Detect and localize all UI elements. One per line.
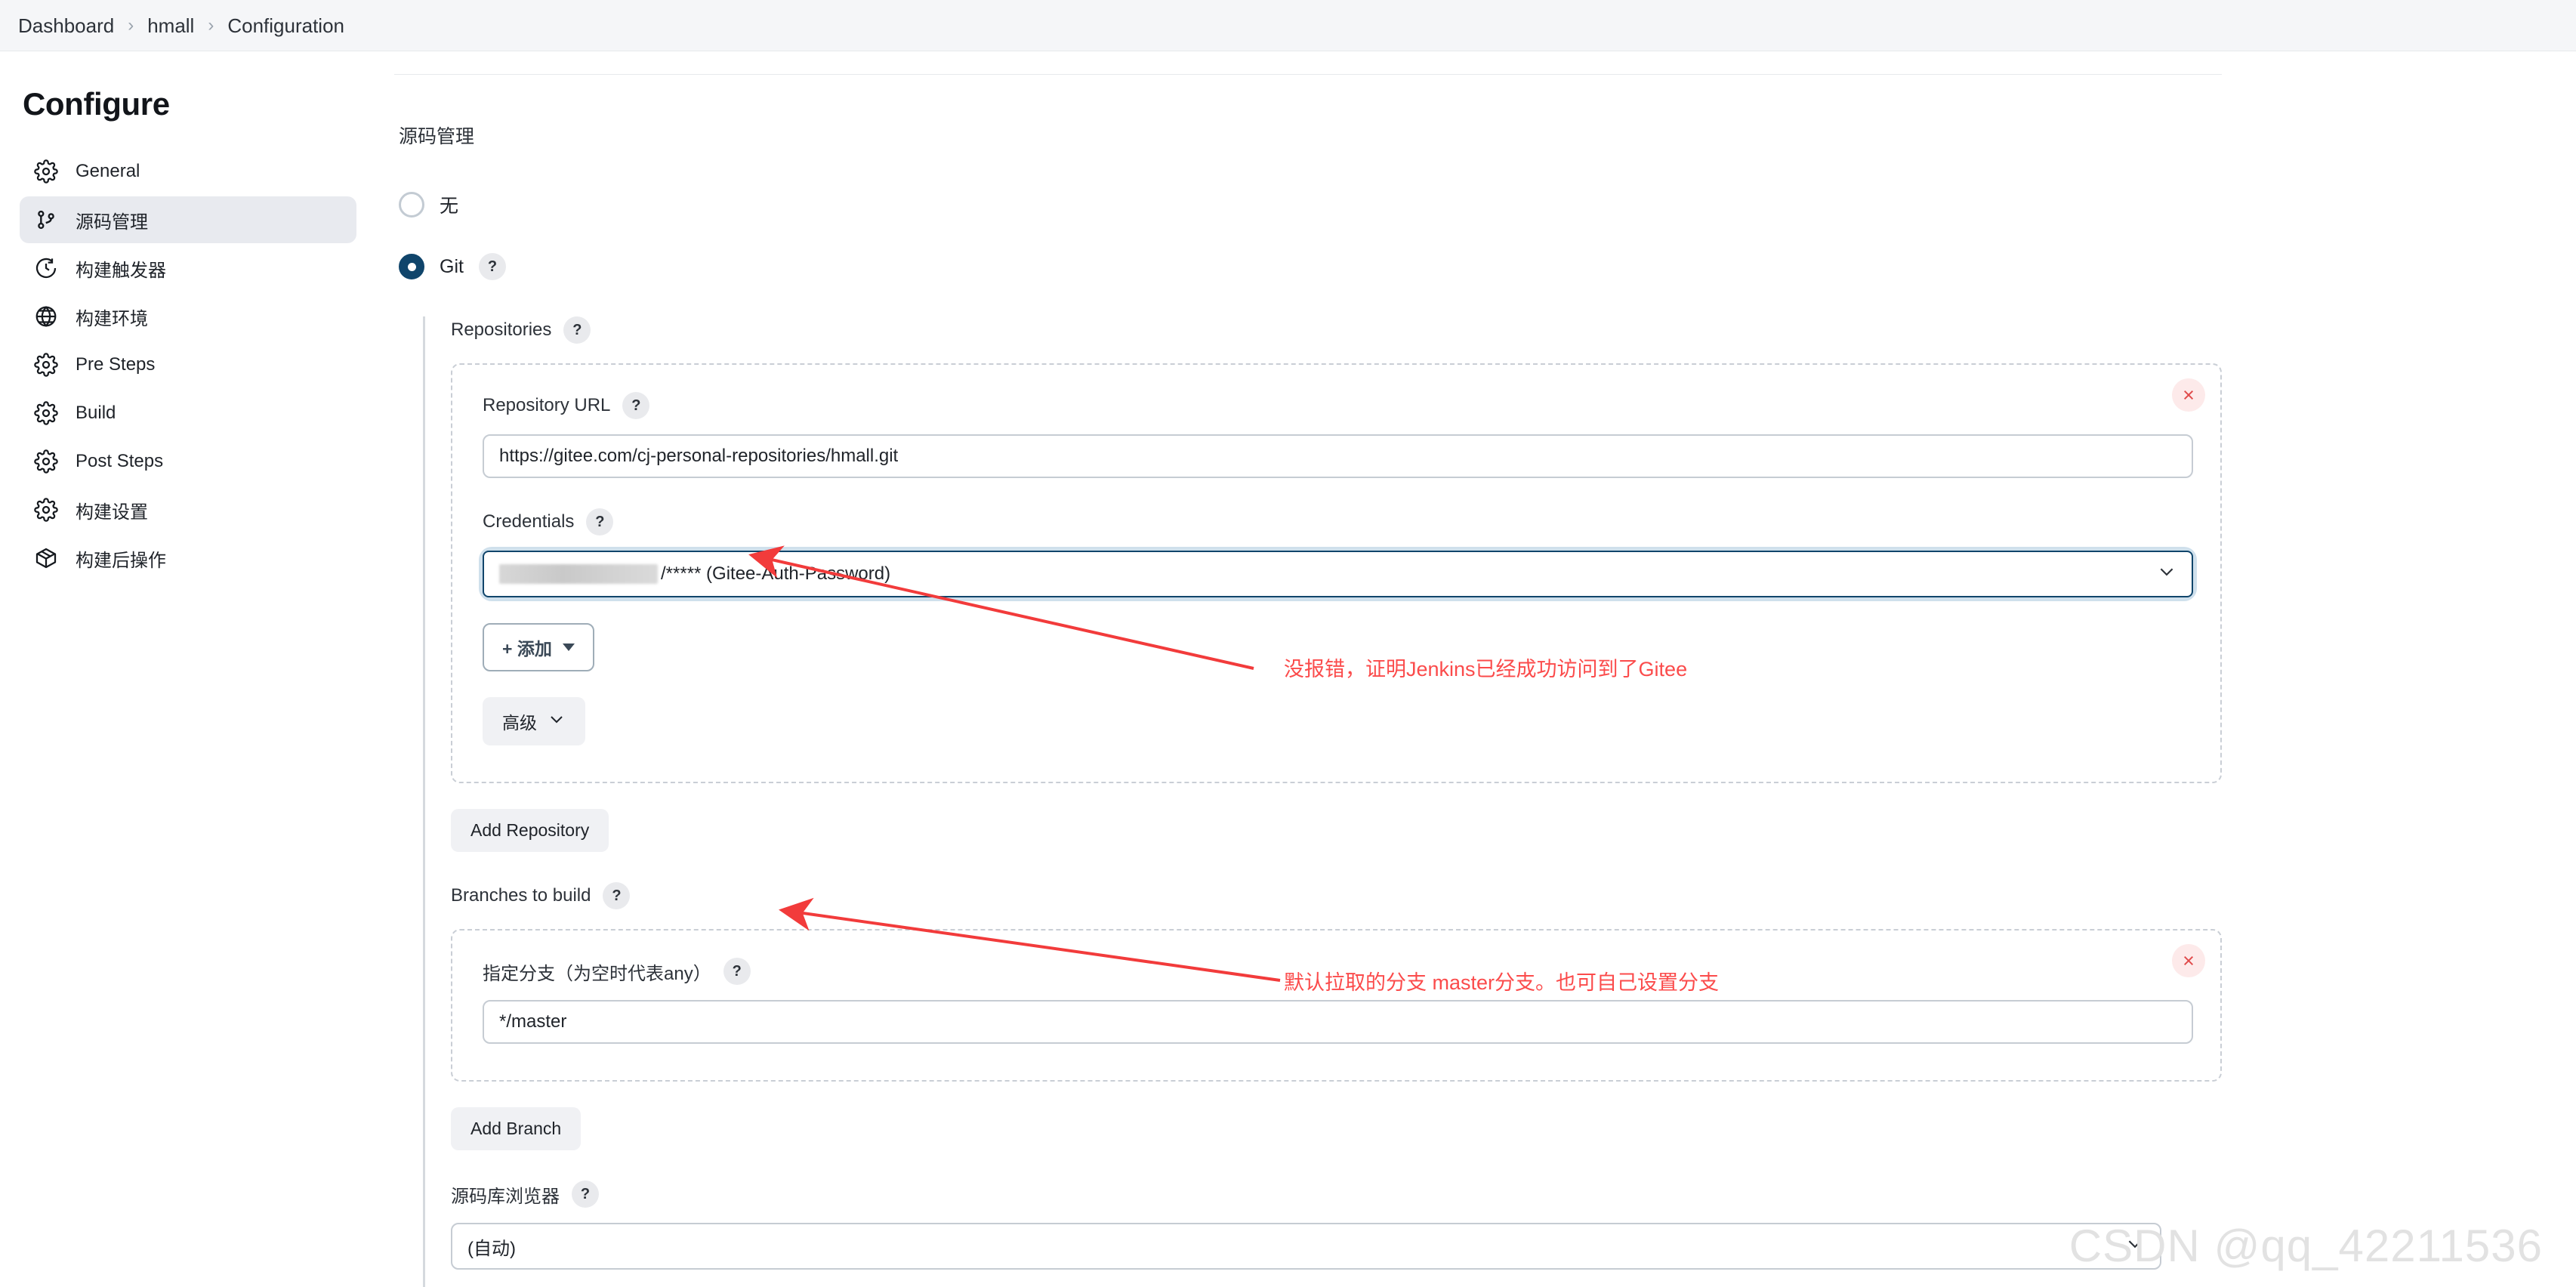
repository-url-label: Repository URL	[483, 395, 611, 415]
credentials-field: Credentials ? /***** (Gitee-Auth-Passwor…	[483, 508, 2193, 597]
breadcrumb-item-hmall[interactable]: hmall	[135, 16, 206, 35]
repository-browser-label-row: 源码库浏览器 ?	[451, 1181, 2220, 1208]
gear-icon	[33, 449, 59, 474]
sidebar-item-label: 构建触发器	[76, 260, 166, 281]
sidebar-item-label: 构建环境	[76, 308, 148, 329]
sidebar-item-label: General	[76, 161, 140, 181]
help-icon-branches[interactable]: ?	[603, 882, 631, 909]
gear-icon	[33, 159, 59, 184]
package-icon	[33, 545, 59, 571]
radio-git[interactable]	[399, 254, 424, 279]
repository-url-label-row: Repository URL ?	[483, 392, 2190, 419]
breadcrumb-separator-icon: ›	[128, 14, 134, 35]
page-title: Configure	[23, 86, 170, 122]
caret-down-icon	[562, 644, 575, 651]
repositories-label-row: Repositories ?	[451, 316, 2220, 344]
sidebar-item-build-triggers[interactable]: 构建触发器	[20, 245, 356, 292]
annotation-credentials-note: 没报错，证明Jenkins已经成功访问到了Gitee	[1284, 658, 1688, 681]
sidebar-item-label: Build	[76, 403, 116, 423]
globe-icon	[33, 304, 59, 329]
credentials-label: Credentials	[483, 511, 575, 532]
repository-url-input[interactable]: https://gitee.com/cj-personal-repositori…	[483, 434, 2193, 478]
breadcrumb-separator-icon: ›	[208, 14, 214, 35]
branches-to-build-label: Branches to build	[451, 885, 591, 906]
sidebar-item-build[interactable]: Build	[20, 390, 356, 437]
repository-browser-select[interactable]: (自动)	[451, 1223, 2161, 1270]
sidebar-item-label: Post Steps	[76, 451, 164, 471]
gear-icon	[33, 352, 59, 378]
repository-entry: × Repository URL ? https://gitee.com/cj-…	[451, 363, 2222, 783]
sidebar-item-label: Pre Steps	[76, 354, 156, 375]
add-branch-button[interactable]: Add Branch	[451, 1107, 582, 1150]
breadcrumb: Dashboard › hmall › Configuration	[0, 0, 2576, 51]
sidebar-item-post-steps[interactable]: Post Steps	[20, 438, 356, 485]
add-branch-row: Add Branch	[451, 1107, 2220, 1150]
radio-none[interactable]	[399, 192, 424, 218]
annotation-branch-note: 默认拉取的分支 master分支。也可自己设置分支	[1284, 971, 1720, 994]
delete-branch-button[interactable]: ×	[2172, 944, 2205, 977]
sidebar-item-source-code-management[interactable]: 源码管理	[20, 196, 356, 243]
breadcrumb-item-dashboard[interactable]: Dashboard	[14, 16, 126, 35]
branch-entry: × 指定分支（为空时代表any） ? */master	[451, 929, 2222, 1082]
sidebar-item-label: 构建设置	[76, 502, 148, 523]
advanced-button[interactable]: 高级	[483, 697, 585, 745]
sidebar-item-post-build-actions[interactable]: 构建后操作	[20, 535, 356, 582]
branch-specifier-input[interactable]: */master	[483, 1000, 2193, 1044]
scm-option-none[interactable]: 无	[399, 191, 2220, 218]
content-divider	[394, 74, 2222, 75]
branches-label-row: Branches to build ?	[451, 882, 2220, 909]
help-icon-git[interactable]: ?	[478, 253, 506, 280]
chevron-down-icon	[2157, 562, 2176, 587]
credentials-select-wrapper: /***** (Gitee-Auth-Password)	[483, 551, 2193, 597]
git-branch-icon	[33, 207, 59, 233]
advanced-row: 高级	[483, 697, 2190, 745]
clock-icon	[33, 255, 59, 281]
sidebar: Configure General 源码管理 构建触发器 构建环境 Pre St…	[0, 51, 378, 1287]
credentials-value-text: /***** (Gitee-Auth-Password)	[661, 563, 891, 584]
sidebar-item-build-settings[interactable]: 构建设置	[20, 486, 356, 533]
sidebar-item-label: 构建后操作	[76, 550, 166, 571]
add-repository-row: Add Repository	[451, 809, 2220, 852]
repository-browser-label: 源码库浏览器	[451, 1186, 560, 1207]
scm-option-label: Git	[440, 255, 464, 277]
help-icon-branch-specifier[interactable]: ?	[723, 958, 751, 985]
section-title-scm: 源码管理	[399, 126, 475, 147]
repositories-label: Repositories	[451, 319, 552, 340]
sidebar-item-general[interactable]: General	[20, 148, 356, 195]
gear-icon	[33, 497, 59, 523]
sidebar-item-label: 源码管理	[76, 211, 148, 233]
add-credentials-button[interactable]: + 添加	[483, 623, 594, 671]
watermark: CSDN @qq_42211536	[2069, 1221, 2543, 1271]
repository-browser-value: (自动)	[467, 1238, 516, 1259]
branch-specifier-label: 指定分支（为空时代表any）	[483, 963, 711, 984]
credentials-label-row: Credentials ?	[483, 508, 2190, 535]
help-icon-repository-url[interactable]: ?	[622, 392, 650, 419]
gear-icon	[33, 400, 59, 426]
delete-repository-button[interactable]: ×	[2172, 378, 2205, 412]
add-credentials-label: + 添加	[502, 639, 552, 659]
credentials-value: /***** (Gitee-Auth-Password)	[499, 563, 890, 585]
credentials-select[interactable]: /***** (Gitee-Auth-Password)	[483, 551, 2193, 597]
breadcrumb-item-configuration[interactable]: Configuration	[215, 16, 356, 35]
scm-option-label: 无	[440, 196, 459, 217]
help-icon-repositories[interactable]: ?	[563, 316, 591, 344]
sidebar-item-pre-steps[interactable]: Pre Steps	[20, 341, 356, 388]
sidebar-item-build-environment[interactable]: 构建环境	[20, 293, 356, 340]
repository-browser-field: 源码库浏览器 ? (自动)	[451, 1181, 2220, 1270]
advanced-label: 高级	[502, 713, 537, 733]
add-repository-button[interactable]: Add Repository	[451, 809, 609, 852]
repository-browser-select-wrapper: (自动)	[451, 1223, 2161, 1270]
redacted-username	[499, 564, 658, 584]
scm-option-git[interactable]: Git ?	[399, 253, 2220, 280]
chevron-down-icon	[548, 710, 566, 733]
help-icon-credentials[interactable]: ?	[586, 508, 614, 535]
help-icon-repository-browser[interactable]: ?	[572, 1181, 599, 1208]
git-config-panel: Repositories ? × Repository URL ? https:…	[423, 316, 2222, 1287]
